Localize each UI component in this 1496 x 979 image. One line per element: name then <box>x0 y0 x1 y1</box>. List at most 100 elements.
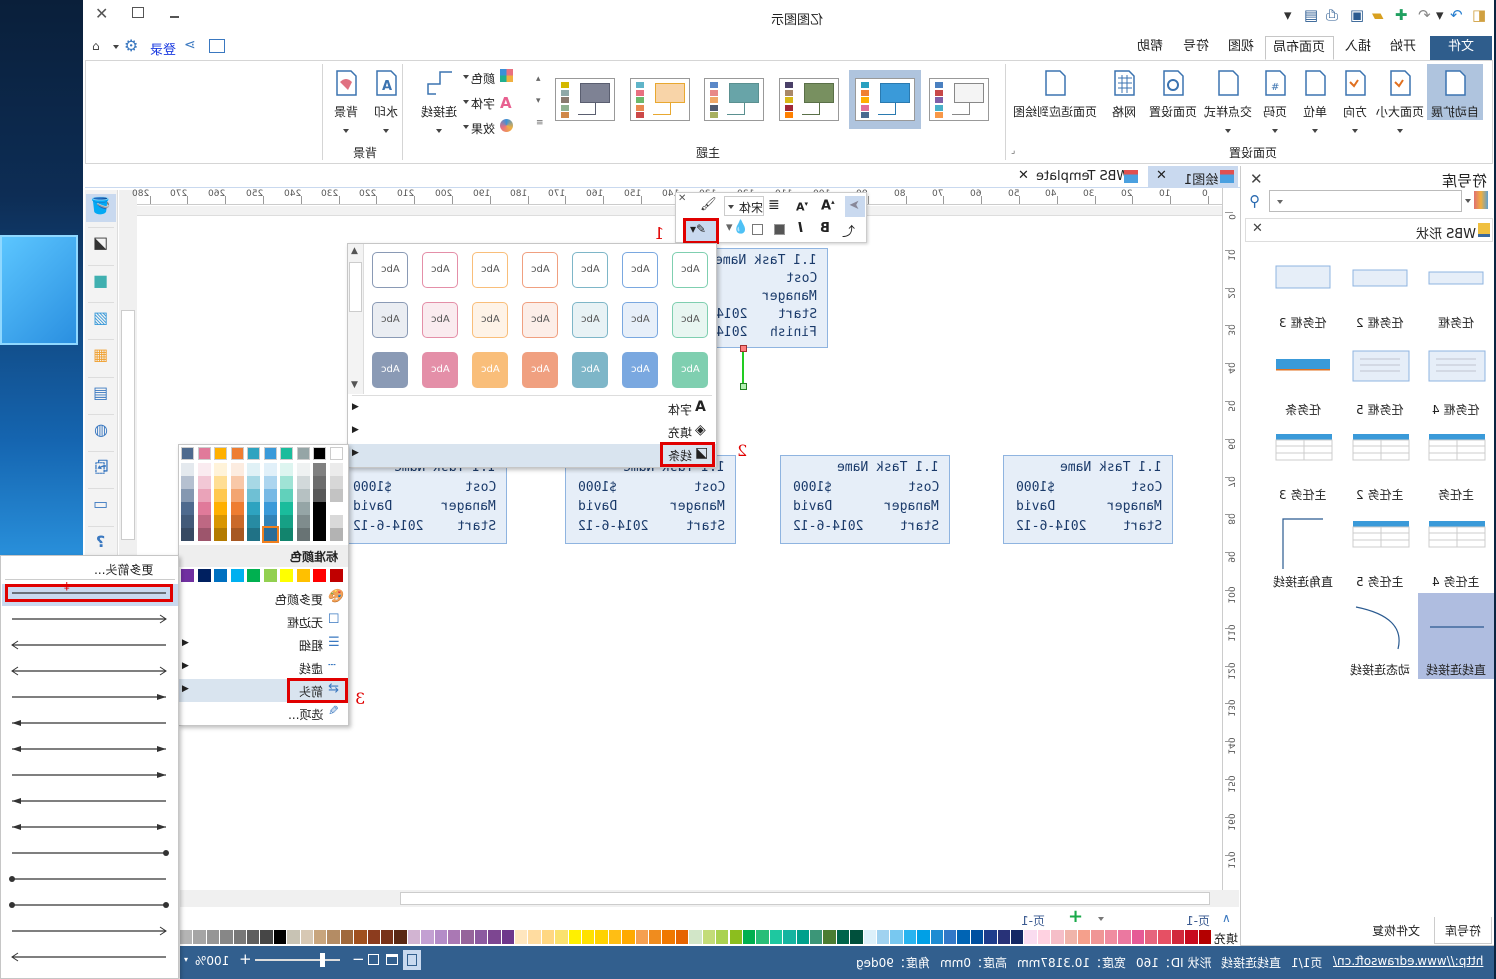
arrow-style-option[interactable] <box>8 949 170 965</box>
shade-swatch[interactable] <box>263 502 277 515</box>
palette-swatch[interactable] <box>220 930 233 944</box>
shade-swatch[interactable] <box>230 476 244 489</box>
palette-swatch[interactable] <box>434 930 448 944</box>
zoom-slider[interactable] <box>255 959 340 961</box>
maximize-button[interactable] <box>132 7 144 18</box>
palette-swatch[interactable] <box>1185 930 1198 944</box>
palette-swatch[interactable] <box>1077 930 1091 944</box>
shade-swatch[interactable] <box>280 515 293 528</box>
palette-swatch[interactable] <box>448 930 461 944</box>
dropdown-caret-icon[interactable] <box>343 129 349 133</box>
shape-label[interactable]: 任务框 3 <box>1265 314 1341 331</box>
line-menu-item[interactable]: 选项... <box>250 706 323 723</box>
palette-swatch[interactable] <box>622 930 635 944</box>
shade-swatch[interactable] <box>313 476 326 489</box>
style-tile[interactable]: Abc <box>372 302 408 338</box>
shade-swatch[interactable] <box>329 463 343 476</box>
theme-thumbnail[interactable] <box>555 78 615 121</box>
ribbon-tab[interactable]: 开始 <box>1385 36 1421 60</box>
attachment-icon[interactable]: ⎘ <box>88 457 114 481</box>
dropdown-caret-icon[interactable] <box>383 129 389 133</box>
palette-swatch[interactable] <box>541 930 555 944</box>
style-tile[interactable]: Abc <box>422 252 458 288</box>
palette-swatch[interactable] <box>1010 930 1024 944</box>
style-tile[interactable]: Abc <box>672 252 708 288</box>
arrow-style-option[interactable] <box>8 819 170 835</box>
shape-thumbnail[interactable] <box>1275 517 1331 569</box>
dropdown-caret-icon[interactable] <box>1277 200 1283 204</box>
shade-swatch[interactable] <box>247 502 260 515</box>
fit-to-drawing-icon[interactable] <box>1040 68 1070 98</box>
align-button[interactable]: ≣ <box>768 197 780 213</box>
fill-color-icon[interactable]: ▾💧 <box>726 220 749 235</box>
shade-swatch[interactable] <box>263 476 277 489</box>
arrow-style-option[interactable] <box>8 637 170 653</box>
grid-icon[interactable] <box>1109 68 1139 98</box>
palette-swatch[interactable] <box>809 930 823 944</box>
palette-swatch[interactable] <box>970 930 984 944</box>
shade-swatch[interactable] <box>263 489 277 502</box>
shade-swatch[interactable] <box>214 502 227 515</box>
style-tile[interactable]: Abc <box>622 352 658 388</box>
palette-swatch[interactable] <box>381 930 394 944</box>
style-tile[interactable]: Abc <box>422 352 458 388</box>
panel-tab-symbols[interactable]: 符号库 <box>1445 922 1481 939</box>
dropdown-caret-icon[interactable] <box>1312 129 1318 133</box>
palette-swatch[interactable] <box>689 930 702 944</box>
close-toolbar-icon[interactable]: ✕ <box>678 193 686 204</box>
palette-swatch[interactable] <box>984 930 997 944</box>
zoom-out-button[interactable]: − <box>352 950 365 968</box>
line-menu-item[interactable]: 虚线 <box>250 660 323 677</box>
zoom-slider-thumb[interactable] <box>320 953 326 967</box>
shade-swatch[interactable] <box>280 502 293 515</box>
arrow-style-option[interactable] <box>8 845 170 861</box>
dialog-launcher-icon[interactable]: ⌟ <box>1011 146 1015 156</box>
dropdown-caret-icon[interactable] <box>463 125 469 129</box>
connector-line[interactable] <box>742 348 744 386</box>
shade-swatch[interactable] <box>247 515 260 528</box>
shade-swatch[interactable] <box>280 476 293 489</box>
palette-swatch[interactable] <box>890 930 903 944</box>
fit-to-drawing-label[interactable]: 页面适应到绘图 <box>1010 103 1100 120</box>
minimize-button[interactable] <box>170 16 179 18</box>
shade-swatch[interactable] <box>313 502 326 515</box>
theme-thumbnail[interactable] <box>630 78 690 121</box>
palette-swatch[interactable] <box>394 930 407 944</box>
task-box[interactable]: 1.1 Task Name Cost $1000 Manager David Start 2… <box>780 455 950 544</box>
fit-page-icon[interactable] <box>368 954 379 965</box>
undo-icon[interactable]: ↶ <box>1418 6 1431 24</box>
arrow-style-option[interactable] <box>8 663 170 679</box>
dropdown-caret-icon[interactable] <box>1272 129 1278 133</box>
auto-expand-icon[interactable] <box>1440 68 1470 98</box>
shape-thumbnail[interactable] <box>1428 258 1484 298</box>
shape-label[interactable]: 主任务 3 <box>1265 486 1341 503</box>
palette-swatch[interactable] <box>783 930 796 944</box>
palette-swatch[interactable] <box>796 930 809 944</box>
palette-swatch[interactable] <box>1144 930 1158 944</box>
shade-swatch[interactable] <box>280 528 293 541</box>
shade-swatch[interactable] <box>230 528 244 541</box>
shape-label[interactable]: 直线连接线 <box>1418 661 1494 678</box>
more-arrows-item[interactable]: 更多箭头... <box>94 561 153 578</box>
connector-style-label[interactable]: 连接线 <box>414 103 464 120</box>
shade-swatch[interactable] <box>329 502 343 515</box>
shade-swatch[interactable] <box>247 463 260 476</box>
add-page-button[interactable]: + <box>1068 906 1083 927</box>
palette-swatch[interactable] <box>876 930 890 944</box>
shape-thumbnail[interactable] <box>1275 430 1333 470</box>
palette-swatch[interactable] <box>675 930 689 944</box>
theme-color-swatch[interactable] <box>197 447 211 460</box>
arrow-style-option[interactable] <box>8 741 170 757</box>
standard-color-swatch[interactable] <box>296 569 310 582</box>
shade-swatch[interactable] <box>214 528 227 541</box>
palette-swatch[interactable] <box>555 930 568 944</box>
style-tile[interactable]: Abc <box>472 352 508 388</box>
shade-swatch[interactable] <box>296 528 310 541</box>
orientation-icon[interactable] <box>1340 68 1370 98</box>
palette-swatch[interactable] <box>957 930 970 944</box>
new-document-icon[interactable]: ✚ <box>1395 6 1408 24</box>
palette-swatch[interactable] <box>1064 930 1077 944</box>
palette-swatch[interactable] <box>206 930 220 944</box>
print-icon[interactable]: ⎙ <box>1326 6 1338 24</box>
format-painter-icon[interactable]: 🖌 <box>700 197 717 212</box>
